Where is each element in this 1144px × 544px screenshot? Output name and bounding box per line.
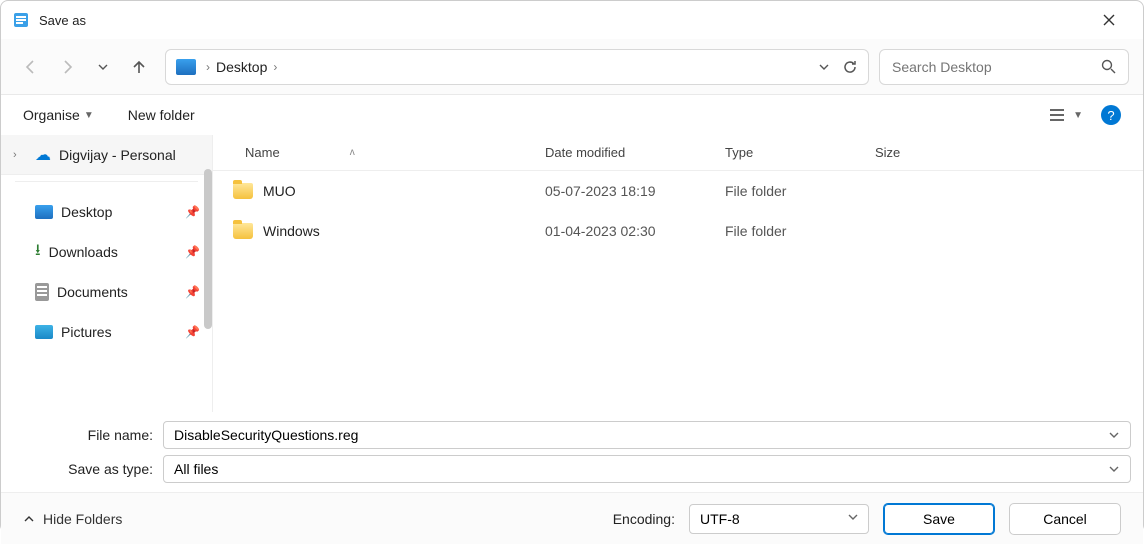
toolbar: Organise ▼ New folder ▼ ? <box>1 95 1143 135</box>
onedrive-icon: ☁ <box>35 145 51 165</box>
hide-folders-label: Hide Folders <box>43 511 122 527</box>
sidebar-account[interactable]: › ☁ Digvijay - Personal <box>1 135 212 175</box>
column-size[interactable]: Size <box>875 145 975 160</box>
file-date: 01-04-2023 02:30 <box>545 223 725 239</box>
sidebar-item-downloads[interactable]: ⭳ Downloads 📌 <box>1 232 212 272</box>
savetype-field[interactable]: All files <box>163 455 1131 483</box>
organise-menu[interactable]: Organise ▼ <box>23 107 94 123</box>
window-title: Save as <box>39 13 1087 28</box>
pin-icon: 📌 <box>185 205 200 219</box>
title-bar: Save as <box>1 1 1143 39</box>
pin-icon: 📌 <box>185 245 200 259</box>
pin-icon: 📌 <box>185 325 200 339</box>
sidebar-item-desktop[interactable]: Desktop 📌 <box>1 192 212 232</box>
savetype-label: Save as type: <box>13 461 163 477</box>
search-icon[interactable] <box>1101 59 1116 74</box>
chevron-right-icon: › <box>13 149 27 161</box>
file-list: Name ʌ Date modified Type Size MUO 05-07-… <box>213 135 1143 412</box>
filename-dropdown[interactable] <box>1108 429 1120 441</box>
sidebar-item-label: Documents <box>57 284 128 300</box>
breadcrumb-separator: › <box>206 60 210 74</box>
breadcrumb-location[interactable]: Desktop <box>216 59 267 75</box>
cancel-button[interactable]: Cancel <box>1009 503 1121 535</box>
file-name: MUO <box>263 183 296 199</box>
sidebar-scrollbar[interactable] <box>204 169 212 329</box>
sidebar-separator <box>15 181 198 182</box>
encoding-select-wrap: UTF-8 <box>689 504 869 534</box>
address-bar[interactable]: › Desktop › <box>165 49 869 85</box>
desktop-icon <box>176 59 196 75</box>
forward-button[interactable] <box>51 51 83 83</box>
recent-dropdown[interactable] <box>87 51 119 83</box>
folder-icon <box>233 223 253 239</box>
up-button[interactable] <box>123 51 155 83</box>
main-area: › ☁ Digvijay - Personal Desktop 📌 ⭳ Down… <box>1 135 1143 412</box>
column-headers: Name ʌ Date modified Type Size <box>213 135 1143 171</box>
pin-icon: 📌 <box>185 285 200 299</box>
encoding-value: UTF-8 <box>700 511 740 527</box>
save-form: File name: Save as type: All files <box>1 412 1143 492</box>
encoding-select[interactable]: UTF-8 <box>689 504 869 534</box>
column-name[interactable]: Name ʌ <box>213 145 545 160</box>
sidebar-item-pictures[interactable]: Pictures 📌 <box>1 312 212 352</box>
sidebar-item-label: Pictures <box>61 324 112 340</box>
breadcrumb-separator[interactable]: › <box>273 60 277 74</box>
new-folder-button[interactable]: New folder <box>128 107 195 123</box>
sidebar-item-label: Desktop <box>61 204 112 220</box>
file-row[interactable]: MUO 05-07-2023 18:19 File folder <box>213 171 1143 211</box>
encoding-label: Encoding: <box>613 511 675 527</box>
save-button[interactable]: Save <box>883 503 995 535</box>
column-type[interactable]: Type <box>725 145 875 160</box>
back-button[interactable] <box>15 51 47 83</box>
filename-input[interactable] <box>174 427 1108 443</box>
search-input[interactable] <box>892 59 1101 75</box>
nav-buttons <box>15 51 155 83</box>
column-name-label: Name <box>245 145 280 160</box>
savetype-dropdown[interactable] <box>1108 463 1120 475</box>
file-type: File folder <box>725 223 875 239</box>
pictures-icon <box>35 325 53 339</box>
sidebar-item-documents[interactable]: Documents 📌 <box>1 272 212 312</box>
view-menu[interactable]: ▼ <box>1049 108 1083 122</box>
folder-icon <box>233 183 253 199</box>
chevron-up-icon <box>23 513 35 525</box>
address-dropdown[interactable] <box>818 61 830 73</box>
filename-label: File name: <box>13 427 163 443</box>
file-row[interactable]: Windows 01-04-2023 02:30 File folder <box>213 211 1143 251</box>
downloads-icon: ⭳ <box>35 239 41 266</box>
file-date: 05-07-2023 18:19 <box>545 183 725 199</box>
desktop-icon <box>35 205 53 219</box>
hide-folders-button[interactable]: Hide Folders <box>23 511 122 527</box>
search-box[interactable] <box>879 49 1129 85</box>
close-button[interactable] <box>1087 2 1131 38</box>
file-name: Windows <box>263 223 320 239</box>
footer: Hide Folders Encoding: UTF-8 Save Cancel <box>1 492 1143 544</box>
help-button[interactable]: ? <box>1101 105 1121 125</box>
column-date[interactable]: Date modified <box>545 145 725 160</box>
organise-label: Organise <box>23 107 80 123</box>
sort-indicator-icon: ʌ <box>350 147 355 158</box>
documents-icon <box>35 283 49 301</box>
refresh-button[interactable] <box>842 59 858 75</box>
sidebar-account-label: Digvijay - Personal <box>59 147 176 163</box>
sidebar: › ☁ Digvijay - Personal Desktop 📌 ⭳ Down… <box>1 135 213 412</box>
file-type: File folder <box>725 183 875 199</box>
sidebar-item-label: Downloads <box>49 244 118 260</box>
navigation-row: › Desktop › <box>1 39 1143 95</box>
filename-field[interactable] <box>163 421 1131 449</box>
app-icon <box>13 12 29 28</box>
savetype-value: All files <box>174 461 1108 477</box>
